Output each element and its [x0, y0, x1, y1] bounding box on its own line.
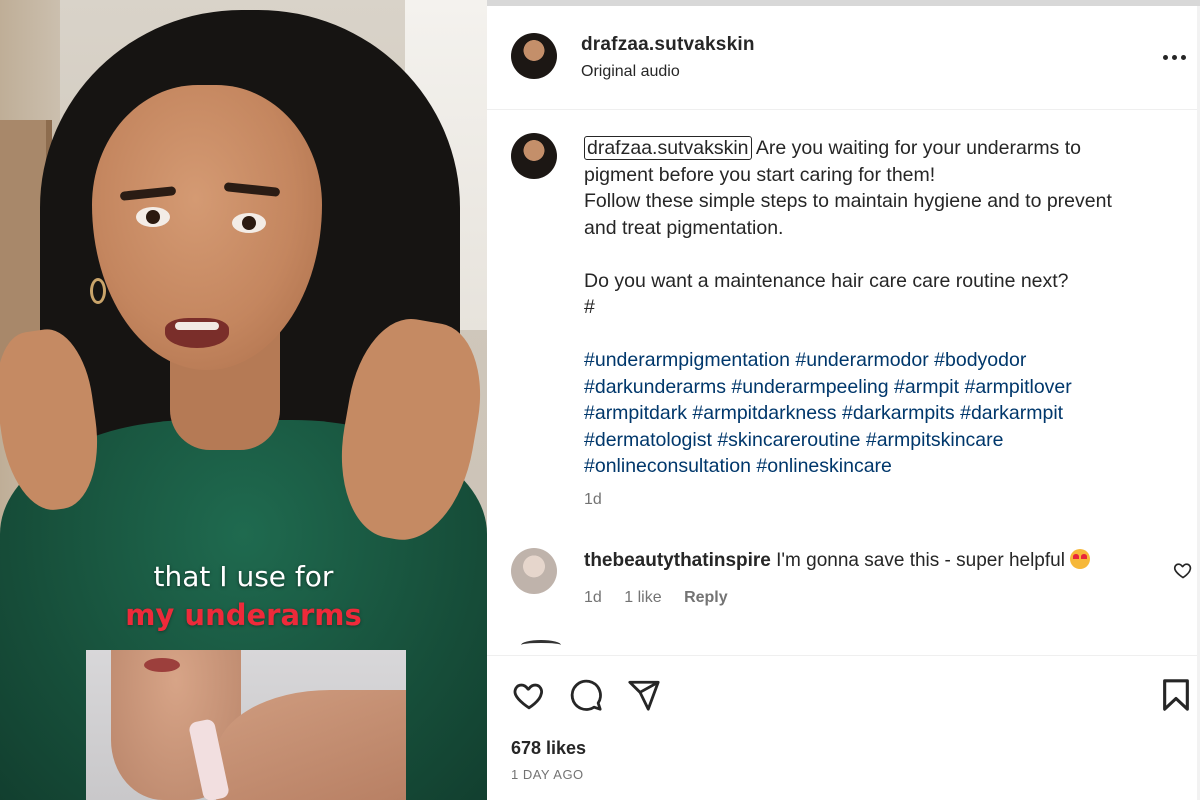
hashtag[interactable]: #armpitdarkness	[692, 402, 836, 424]
hashtag[interactable]: #darkarmpits	[842, 402, 955, 424]
caption-text: drafzaa.sutvakskin Are you waiting for y…	[584, 135, 1144, 480]
presenter-brow-left	[119, 186, 177, 201]
comment-item: thebeautythatinspire I'm gonna save this…	[487, 540, 1200, 620]
post-header: drafzaa.sutvakskin Original audio	[487, 10, 1200, 110]
comment-reply-button[interactable]: Reply	[684, 589, 728, 606]
presenter-brow-right	[223, 182, 281, 197]
hashtag[interactable]: #armpitdark	[584, 402, 687, 424]
hashtag[interactable]: #underarmodor	[795, 349, 928, 371]
inset-model-arm	[216, 690, 406, 800]
more-horizontal-icon[interactable]	[1161, 52, 1189, 62]
share-icon[interactable]	[627, 678, 661, 712]
comment-like-heart-icon[interactable]	[1173, 560, 1193, 580]
action-bar	[487, 655, 1200, 735]
caption-timestamp[interactable]: 1d	[584, 491, 602, 509]
comment-likes[interactable]: 1 like	[624, 589, 661, 606]
caption-line-2: Follow these simple steps to maintain hy…	[584, 190, 1112, 239]
video-caption-line2: my underarms	[125, 598, 362, 632]
author-avatar[interactable]	[511, 33, 557, 79]
commenter-username[interactable]: thebeautythatinspire	[584, 550, 771, 571]
comment-body: I'm gonna save this - super helpful	[770, 550, 1065, 571]
next-comment-avatar	[521, 640, 561, 650]
post-date[interactable]: 1 DAY AGO	[511, 767, 584, 782]
hashtag[interactable]: #underarmpeeling	[731, 376, 888, 398]
hashtag[interactable]: #underarmpigmentation	[584, 349, 790, 371]
comment-time[interactable]: 1d	[584, 589, 602, 606]
presenter-mouth	[165, 318, 229, 348]
presenter-eye-right	[232, 213, 266, 233]
caption-hash[interactable]: #	[584, 294, 1144, 321]
comment-meta: 1d 1 like Reply	[584, 589, 746, 607]
video-caption-line1: that I use for	[153, 560, 334, 593]
hashtag[interactable]: #onlineskincare	[756, 455, 892, 477]
caption-author-avatar[interactable]	[511, 133, 557, 179]
author-username[interactable]: drafzaa.sutvakskin	[581, 34, 755, 56]
likes-count[interactable]: 678 likes	[511, 738, 586, 759]
hashtag-list: #underarmpigmentation #underarmodor #bod…	[584, 347, 1144, 480]
hashtag[interactable]: #darkunderarms	[584, 376, 726, 398]
hashtag[interactable]: #armpit	[894, 376, 959, 398]
caption-line-3: Do you want a maintenance hair care care…	[584, 269, 1069, 292]
hashtag[interactable]: #darkarmpit	[960, 402, 1063, 424]
post-panel: drafzaa.sutvakskin Original audio drafza…	[487, 0, 1200, 800]
heart-eyes-emoji-icon	[1070, 549, 1091, 569]
heart-icon[interactable]	[511, 678, 547, 712]
audio-label[interactable]: Original audio	[581, 63, 680, 81]
commenter-avatar[interactable]	[511, 548, 557, 594]
hashtag[interactable]: #onlineconsultation	[584, 455, 751, 477]
caption-username[interactable]: drafzaa.sutvakskin	[584, 136, 752, 160]
presenter-eye-left	[136, 207, 170, 227]
presenter-earring	[90, 278, 106, 304]
comment-text: thebeautythatinspire I'm gonna save this…	[584, 549, 1164, 572]
hashtag[interactable]: #armpitskincare	[866, 429, 1004, 451]
hashtag[interactable]: #skincareroutine	[717, 429, 860, 451]
hashtag[interactable]: #armpitlover	[964, 376, 1071, 398]
comment-icon[interactable]	[569, 678, 603, 712]
bookmark-icon[interactable]	[1161, 678, 1191, 712]
top-edge	[487, 0, 1200, 6]
video-inset-image	[86, 650, 406, 800]
reel-video[interactable]: that I use for my underarms	[0, 0, 487, 800]
inset-model-lips	[144, 658, 180, 672]
hashtag[interactable]: #bodyodor	[934, 349, 1026, 371]
hashtag[interactable]: #dermatologist	[584, 429, 712, 451]
